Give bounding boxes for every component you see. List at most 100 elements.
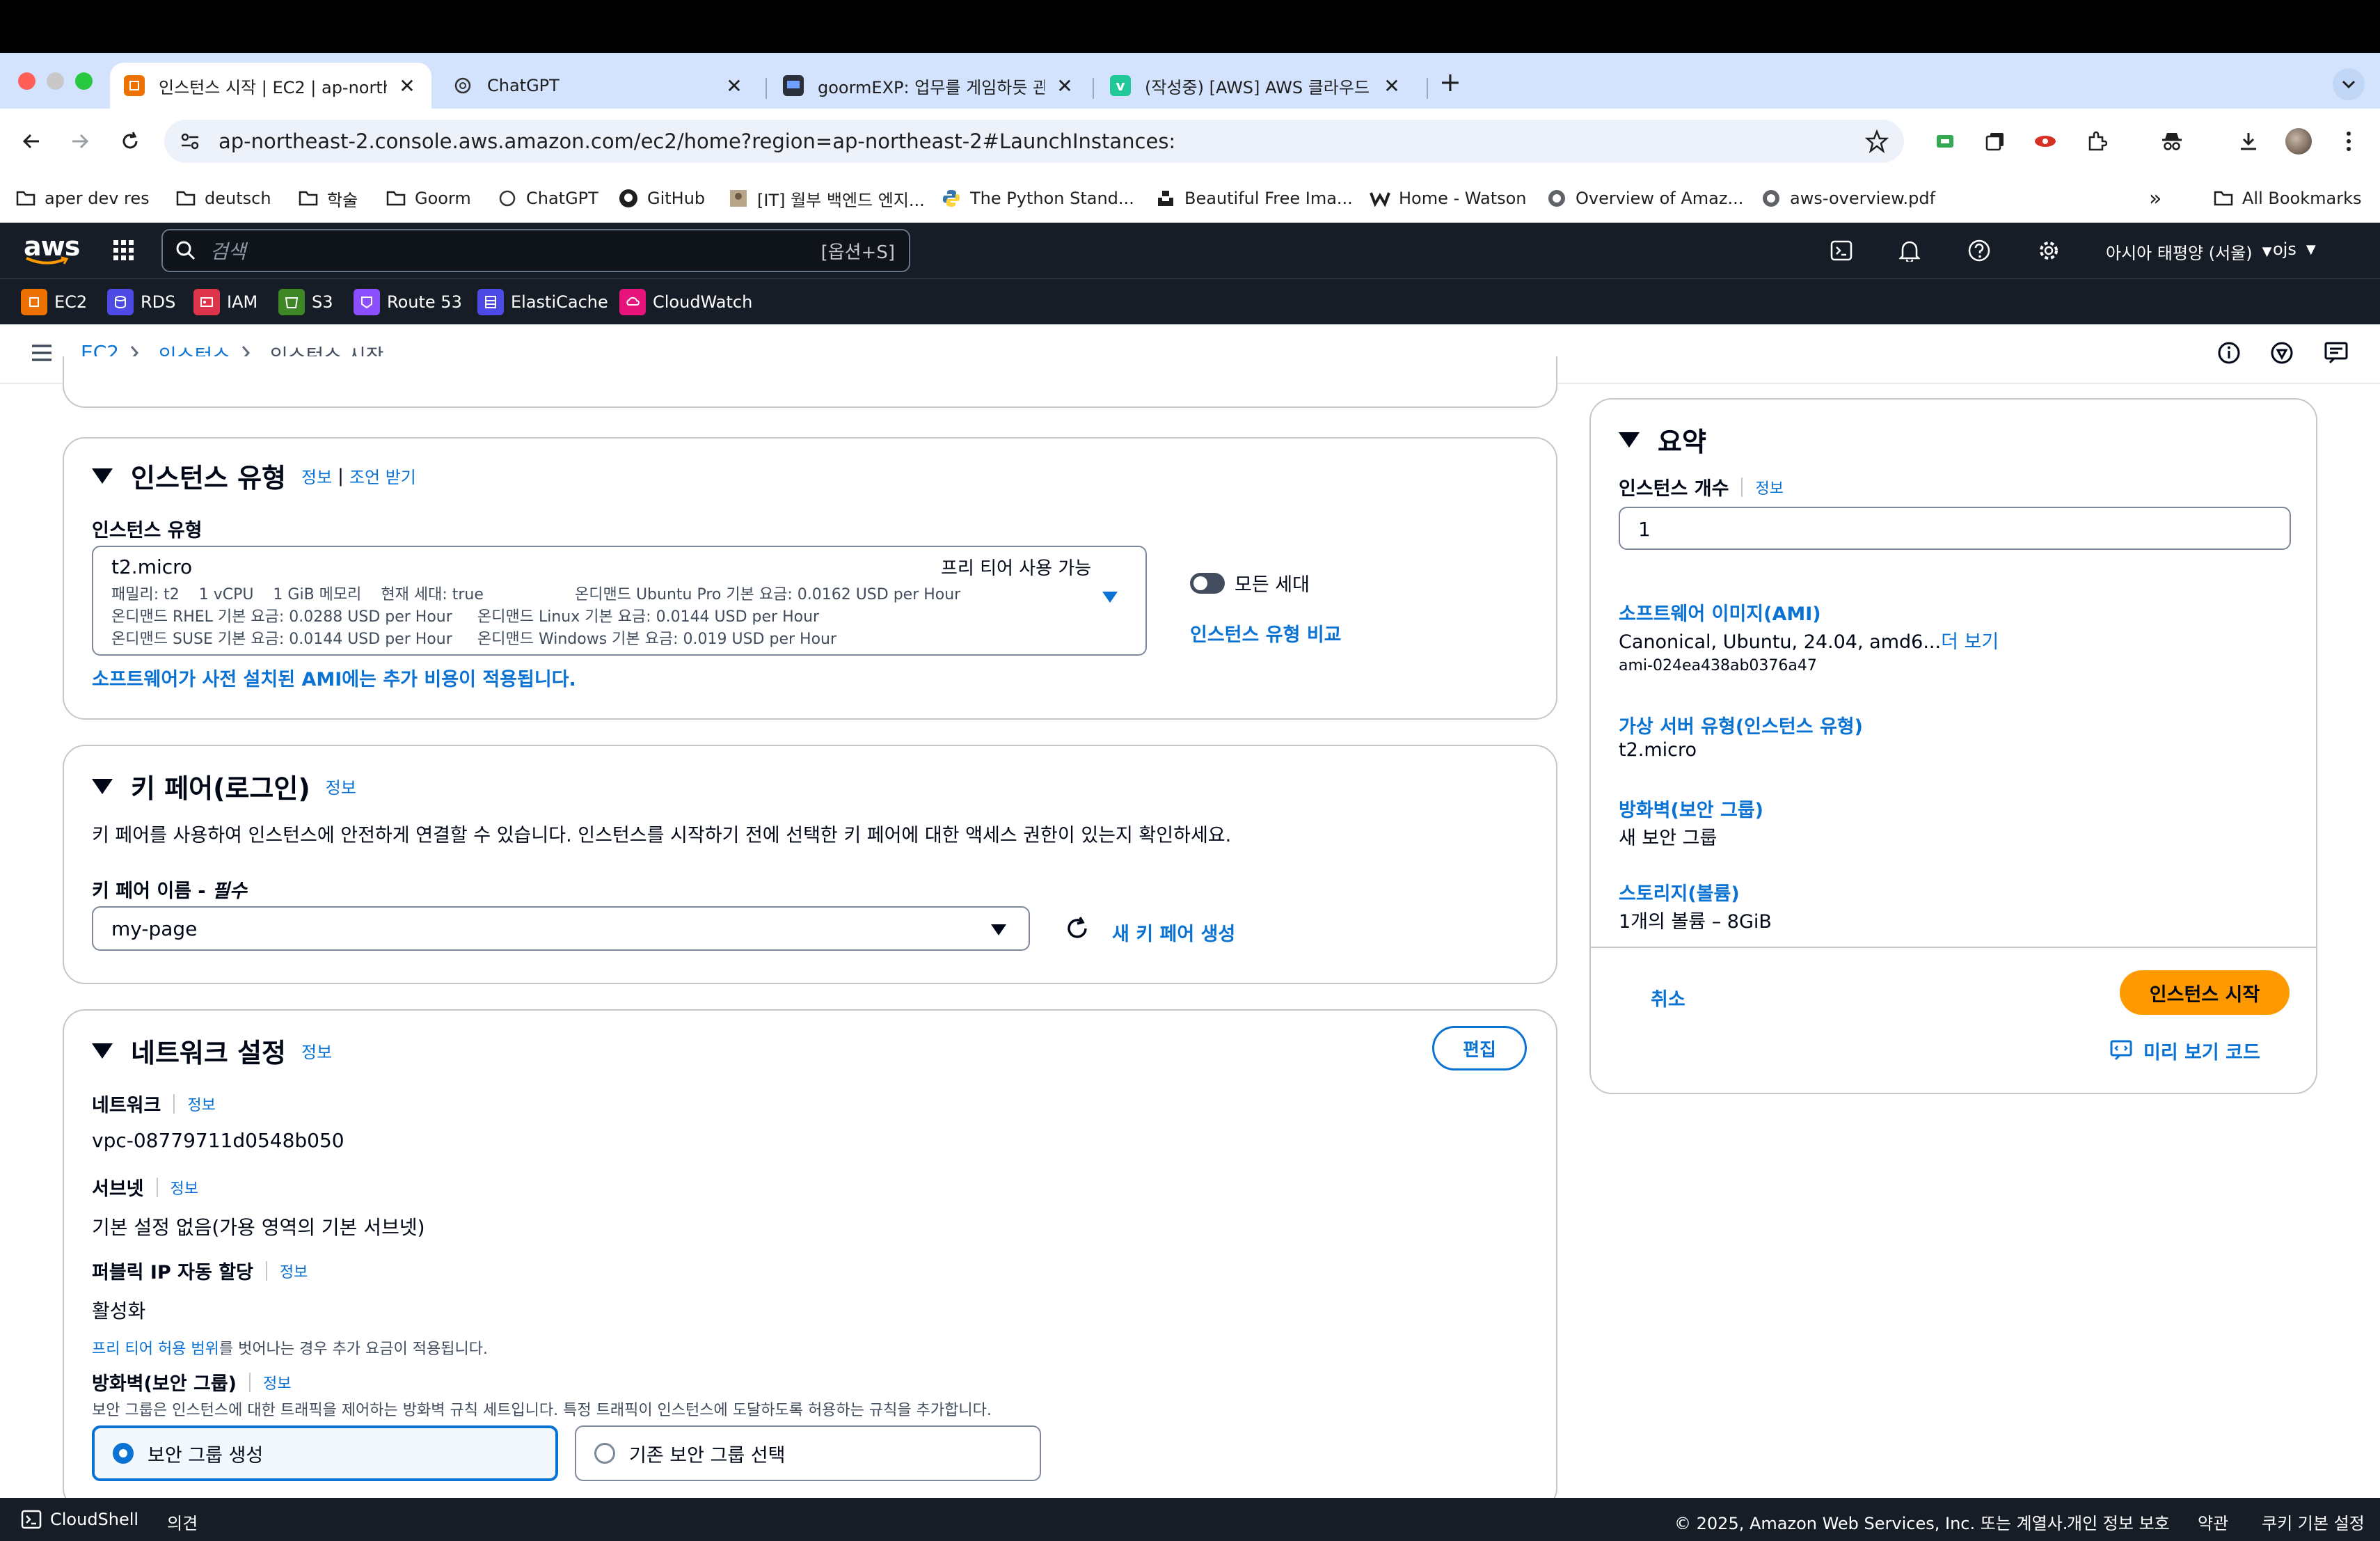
summary-instance-type-link[interactable]: 가상 서버 유형(인스턴스 유형): [1619, 711, 1863, 738]
cookie-preferences-link[interactable]: 쿠키 기본 설정: [2262, 1510, 2365, 1534]
instance-type-select[interactable]: t2.micro 프리 티어 사용 가능 패밀리: t2 1 vCPU 1 Gi…: [92, 546, 1147, 656]
create-security-group-option[interactable]: 보안 그룹 생성: [92, 1425, 558, 1481]
tab-search-chevron-down-icon[interactable]: [2333, 68, 2365, 100]
bookmark-folder-academic[interactable]: 학술: [298, 184, 358, 213]
subnet-info-link[interactable]: 정보: [170, 1176, 198, 1199]
privacy-link[interactable]: 개인 정보 보호: [2067, 1510, 2170, 1534]
free-tier-range-link[interactable]: 프리 티어 허용 범위: [92, 1341, 219, 1358]
download-icon[interactable]: [2231, 124, 2266, 159]
ami-cost-note-link[interactable]: 소프트웨어가 사전 설치된 AMI에는 추가 비용이 적용됩니다.: [92, 664, 576, 691]
tab-chatgpt[interactable]: ChatGPT ✕: [438, 63, 759, 109]
instance-type-heading[interactable]: 인스턴스 유형 정보 | 조언 받기: [92, 457, 416, 495]
bookmark-star-icon[interactable]: [1865, 129, 1889, 153]
profile-avatar[interactable]: [2281, 124, 2316, 159]
key-pair-heading[interactable]: 키 페어(로그인) 정보: [92, 767, 356, 805]
favorite-rds[interactable]: RDS: [107, 289, 175, 315]
refresh-key-pairs-icon[interactable]: [1065, 916, 1090, 941]
create-key-pair-link[interactable]: 새 키 페어 생성: [1112, 919, 1235, 946]
settings-gear-icon[interactable]: [2033, 235, 2064, 266]
cancel-button[interactable]: 취소: [1651, 984, 1685, 1011]
extension-green-icon[interactable]: [1928, 124, 1962, 159]
aws-search-input[interactable]: 검색 [옵션+S]: [161, 229, 910, 272]
favorite-s3[interactable]: S3: [278, 289, 333, 315]
feedback-link[interactable]: 의견: [167, 1510, 198, 1534]
favorite-cloudwatch[interactable]: CloudWatch: [619, 289, 752, 315]
close-window-button[interactable]: [18, 72, 35, 90]
network-info-link[interactable]: 정보: [301, 1038, 332, 1063]
instance-count-input[interactable]: 1: [1619, 507, 2291, 550]
forward-arrow-icon[interactable]: [63, 124, 97, 159]
summary-firewall-link[interactable]: 방화벽(보안 그룹): [1619, 795, 1763, 822]
bookmark-folder-deutsch[interactable]: deutsch: [175, 184, 271, 213]
bookmark-aws-overview-pdf[interactable]: aws-overview.pdf: [1761, 184, 1935, 213]
tutorial-panel-icon[interactable]: [2270, 341, 2294, 365]
aws-logo[interactable]: aws: [24, 231, 80, 266]
summary-heading[interactable]: 요약: [1619, 420, 1706, 459]
region-selector[interactable]: 아시아 태평양 (서울) ▼: [2106, 239, 2271, 264]
hamburger-menu-icon[interactable]: [31, 344, 53, 362]
bookmark-chatgpt[interactable]: ChatGPT: [497, 184, 598, 213]
close-tab-icon[interactable]: ✕: [1054, 74, 1075, 97]
toggle-switch[interactable]: [1190, 572, 1225, 594]
services-grid-icon[interactable]: [109, 235, 139, 266]
edit-network-button[interactable]: 편집: [1432, 1026, 1527, 1070]
favorite-elasticache[interactable]: ElastiCache: [477, 289, 608, 315]
notifications-bell-icon[interactable]: [1894, 235, 1925, 266]
favorite-route53[interactable]: Route 53: [354, 289, 462, 315]
bookmark-github[interactable]: GitHub: [618, 184, 705, 213]
info-panel-icon[interactable]: [2217, 341, 2241, 365]
tab-goormexp[interactable]: goormEXP: 업무를 게임하듯 관리 ✕: [769, 63, 1089, 109]
bookmark-folder-aper-dev-res[interactable]: aper dev res: [15, 184, 150, 213]
key-pair-info-link[interactable]: 정보: [326, 774, 356, 798]
close-tab-icon[interactable]: ✕: [724, 74, 745, 97]
summary-ami-link[interactable]: 소프트웨어 이미지(AMI): [1619, 599, 1821, 626]
extension-red-eye-icon[interactable]: [2028, 124, 2063, 159]
more-bookmarks-chevron-icon[interactable]: »: [2149, 184, 2161, 213]
all-bookmarks-folder[interactable]: All Bookmarks: [2213, 184, 2361, 213]
back-arrow-icon[interactable]: [14, 124, 49, 159]
preview-code-button[interactable]: 미리 보기 코드: [2110, 1037, 2260, 1064]
key-pair-select[interactable]: my-page: [92, 906, 1030, 951]
new-tab-plus-icon[interactable]: +: [1439, 67, 1461, 97]
close-tab-icon[interactable]: ✕: [1381, 74, 1402, 97]
bookmark-it-backend[interactable]: [IT] 월부 백엔드 엔지...: [728, 184, 925, 213]
help-icon[interactable]: [1964, 235, 1994, 266]
instance-count-info-link[interactable]: 정보: [1755, 476, 1783, 498]
bookmark-python-standard[interactable]: The Python Stand...: [941, 184, 1134, 213]
extension-copy-icon[interactable]: [1978, 124, 2013, 159]
ami-see-more-link[interactable]: 더 보기: [1941, 631, 1999, 653]
all-generations-toggle[interactable]: 모든 세대: [1190, 569, 1310, 596]
instance-type-info-link[interactable]: 정보: [301, 464, 332, 488]
favorite-iam[interactable]: IAM: [193, 289, 257, 315]
favorite-ec2[interactable]: EC2: [21, 289, 87, 315]
close-tab-icon[interactable]: ✕: [397, 74, 418, 97]
tab-ec2-launch[interactable]: 인스턴스 시작 | EC2 | ap-northeast-2 ✕: [110, 63, 431, 109]
cloudshell-footer-button[interactable]: CloudShell: [21, 1510, 138, 1529]
tab-velog-draft[interactable]: v (작성중) [AWS] AWS 클라우드 네 ✕: [1096, 63, 1416, 109]
reload-icon[interactable]: [113, 124, 148, 159]
firewall-info-link[interactable]: 정보: [263, 1371, 291, 1393]
account-menu[interactable]: ojs ▼: [2273, 239, 2316, 259]
extensions-puzzle-icon[interactable]: [2079, 124, 2114, 159]
browser-menu-kebab-icon[interactable]: [2331, 124, 2366, 159]
site-settings-icon[interactable]: [180, 131, 200, 152]
feedback-panel-icon[interactable]: [2324, 341, 2349, 365]
summary-storage-link[interactable]: 스토리지(볼륨): [1619, 878, 1740, 906]
network-field-info-link[interactable]: 정보: [187, 1093, 215, 1115]
maximize-window-button[interactable]: [75, 72, 93, 90]
network-settings-heading[interactable]: 네트워크 설정 정보: [92, 1032, 332, 1070]
address-bar[interactable]: ap-northeast-2.console.aws.amazon.com/ec…: [164, 120, 1904, 163]
bookmark-aws-overview[interactable]: Overview of Amaz...: [1546, 184, 1743, 213]
public-ip-info-link[interactable]: 정보: [280, 1260, 308, 1282]
get-advice-link[interactable]: 조언 받기: [349, 464, 416, 488]
incognito-icon[interactable]: [2155, 124, 2189, 159]
bookmark-unsplash[interactable]: Beautiful Free Ima...: [1155, 184, 1353, 213]
launch-instance-button[interactable]: 인스턴스 시작: [2120, 970, 2290, 1015]
existing-security-group-option[interactable]: 기존 보안 그룹 선택: [575, 1425, 1041, 1481]
minimize-window-button[interactable]: [47, 72, 64, 90]
bookmark-watson[interactable]: Home - Watson: [1370, 184, 1527, 213]
bookmark-folder-goorm[interactable]: Goorm: [386, 184, 471, 213]
cloudshell-icon[interactable]: [1826, 235, 1857, 266]
compare-instance-types-link[interactable]: 인스턴스 유형 비교: [1190, 619, 1342, 647]
terms-link[interactable]: 약관: [2198, 1510, 2228, 1534]
